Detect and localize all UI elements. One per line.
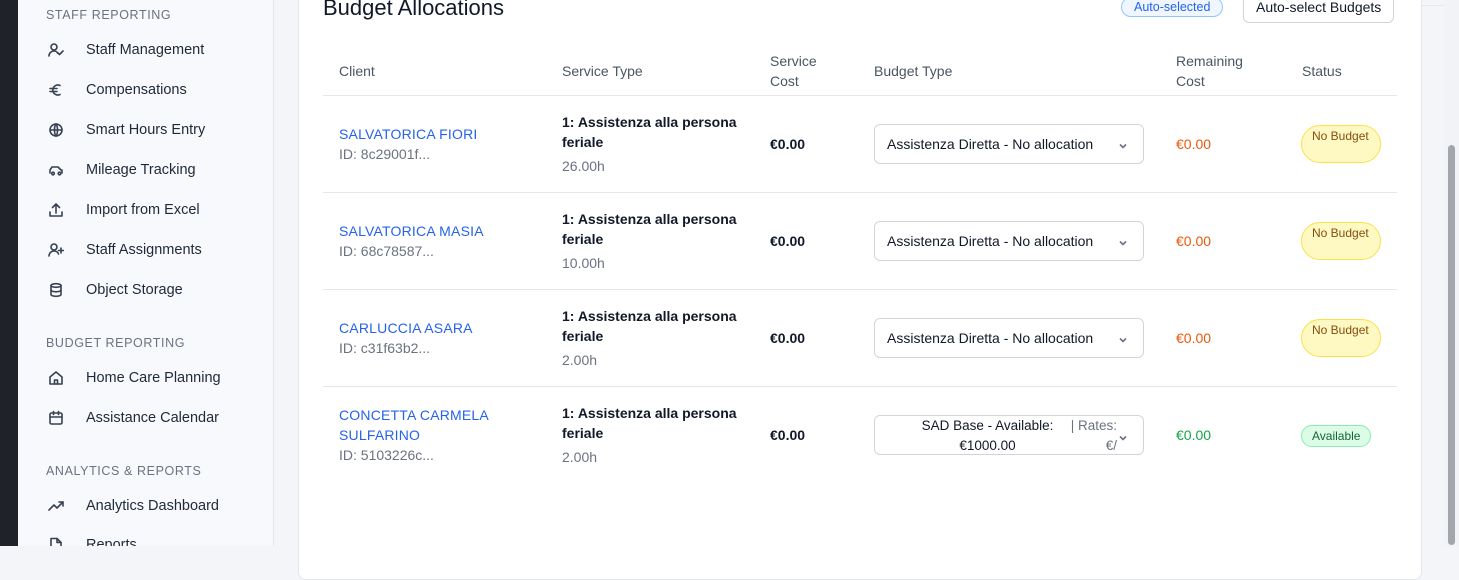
header-remaining-cost: Remaining Cost [1176, 53, 1243, 89]
service-cost: €0.00 [770, 136, 806, 152]
chevron-down-icon [1117, 333, 1129, 345]
nav-item-mileage-tracking[interactable]: Mileage Tracking [46, 155, 196, 185]
table-row: CONCETTA CARMELA SULFARINO ID: 5103226c.… [323, 387, 1397, 484]
header-client: Client [339, 63, 375, 79]
euro-icon [46, 80, 66, 100]
client-link[interactable]: SALVATORICA FIORI [339, 124, 478, 144]
client-id: ID: 5103226c... [339, 447, 434, 463]
status-badge: No Budget [1301, 222, 1381, 260]
user-check-icon [46, 40, 66, 60]
user-plus-icon [46, 240, 66, 260]
service-hours: 2.00h [562, 352, 598, 368]
header-service-cost: Service Cost [770, 53, 817, 89]
status-badge: Available [1301, 425, 1372, 447]
client-id: ID: 8c29001f... [339, 146, 431, 162]
home-icon [46, 368, 66, 388]
budget-type-select[interactable]: Assistenza Diretta - No allocation [874, 221, 1144, 261]
window-edge [0, 0, 18, 546]
database-icon [46, 280, 66, 300]
nav-label: Smart Hours Entry [86, 122, 206, 138]
car-icon [46, 160, 66, 180]
nav-label: Home Care Planning [86, 370, 221, 386]
nav-item-analytics-dashboard[interactable]: Analytics Dashboard [46, 491, 219, 521]
select-value: Assistenza Diretta - No allocation [887, 233, 1094, 249]
auto-selected-badge: Auto-selected [1121, 0, 1224, 17]
section-title-budget-reporting: BUDGET REPORTING [46, 336, 186, 350]
nav-item-reports[interactable]: Reports [46, 530, 137, 546]
select-value: Assistenza Diretta - No allocation [887, 136, 1094, 152]
service-cost: €0.00 [770, 330, 806, 346]
table-row: CARLUCCIA ASARA ID: c31f63b2... 1: Assis… [323, 290, 1397, 387]
client-id: ID: c31f63b2... [339, 340, 431, 356]
nav-item-home-care-planning[interactable]: Home Care Planning [46, 363, 221, 393]
select-value-rates: | Rates: €/ [1070, 418, 1117, 453]
remaining-cost: €0.00 [1176, 136, 1212, 152]
header-status: Status [1302, 63, 1342, 79]
status-badge: No Budget [1301, 319, 1381, 357]
nav-label: Staff Management [86, 42, 205, 58]
nav-label: Assistance Calendar [86, 410, 219, 426]
nav-item-object-storage[interactable]: Object Storage [46, 275, 183, 305]
client-id: ID: 68c78587... [339, 243, 434, 259]
chevron-down-icon [1117, 236, 1129, 248]
auto-select-budgets-button[interactable]: Auto-select Budgets [1243, 0, 1395, 23]
sidebar: STAFF REPORTING Staff Management Compens… [18, 0, 274, 546]
trending-up-icon [46, 496, 66, 516]
service-hours: 26.00h [562, 158, 605, 174]
remaining-cost: €0.00 [1176, 330, 1212, 346]
card-title: Budget Allocations [323, 0, 505, 20]
nav-label: Import from Excel [86, 202, 200, 218]
globe-icon [46, 120, 66, 140]
service-cost: €0.00 [770, 427, 806, 443]
status-badge: No Budget [1301, 125, 1381, 163]
nav-label: Object Storage [86, 282, 183, 298]
budget-type-select[interactable]: Assistenza Diretta - No allocation [874, 318, 1144, 358]
chevron-down-icon [1117, 430, 1129, 442]
service-name: 1: Assistenza alla persona feriale [562, 405, 737, 441]
header-budget-type: Budget Type [874, 63, 953, 79]
client-link[interactable]: CARLUCCIA ASARA [339, 318, 473, 338]
table-row: SALVATORICA MASIA ID: 68c78587... 1: Ass… [323, 193, 1397, 290]
budget-allocations-card: Budget Allocations Auto-selected Auto-se… [298, 0, 1422, 580]
client-link[interactable]: SALVATORICA MASIA [339, 221, 484, 241]
nav-label: Compensations [86, 82, 187, 98]
nav-label: Analytics Dashboard [86, 498, 219, 514]
chevron-down-icon [1117, 139, 1129, 151]
budget-type-select[interactable]: Assistenza Diretta - No allocation [874, 124, 1144, 164]
service-name: 1: Assistenza alla persona feriale [562, 308, 737, 344]
table-row: SALVATORICA FIORI ID: 8c29001f... 1: Ass… [323, 96, 1397, 193]
remaining-cost: €0.00 [1176, 233, 1212, 249]
service-name: 1: Assistenza alla persona feriale [562, 114, 737, 150]
service-name: 1: Assistenza alla persona feriale [562, 211, 737, 247]
select-value: Assistenza Diretta - No allocation [887, 330, 1094, 346]
file-icon [46, 535, 66, 546]
service-hours: 10.00h [562, 255, 605, 271]
client-link[interactable]: CONCETTA CARMELA SULFARINO [339, 405, 509, 445]
nav-item-assistance-calendar[interactable]: Assistance Calendar [46, 403, 219, 433]
scrollbar[interactable] [1444, 0, 1459, 546]
section-title-staff-reporting: STAFF REPORTING [46, 8, 172, 22]
select-value: SAD Base - Available: €1000.00 [921, 418, 1054, 453]
upload-icon [46, 200, 66, 220]
nav-item-import-from-excel[interactable]: Import from Excel [46, 195, 200, 225]
section-title-analytics-reports: ANALYTICS & REPORTS [46, 464, 202, 478]
nav-label: Mileage Tracking [86, 162, 196, 178]
main-content: Budget Allocations Auto-selected Auto-se… [274, 0, 1444, 580]
service-hours: 2.00h [562, 449, 598, 465]
nav-label: Staff Assignments [86, 242, 202, 258]
remaining-cost: €0.00 [1176, 427, 1212, 443]
header-service-type: Service Type [562, 63, 643, 79]
service-cost: €0.00 [770, 233, 806, 249]
nav-item-smart-hours-entry[interactable]: Smart Hours Entry [46, 115, 205, 145]
budget-type-select[interactable]: SAD Base - Available: €1000.00 | Rates: … [874, 415, 1144, 455]
nav-item-staff-assignments[interactable]: Staff Assignments [46, 235, 202, 265]
scrollbar-thumb[interactable] [1448, 145, 1455, 545]
nav-label: Reports [86, 537, 137, 546]
calendar-icon [46, 408, 66, 428]
nav-item-compensations[interactable]: Compensations [46, 75, 187, 105]
nav-item-staff-management[interactable]: Staff Management [46, 35, 204, 65]
